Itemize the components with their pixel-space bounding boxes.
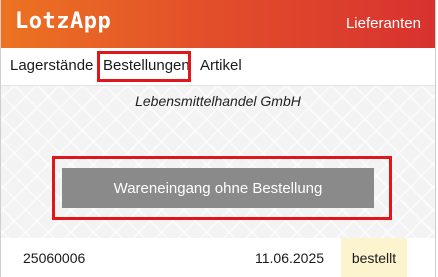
- tab-stock-levels[interactable]: Lagerstände: [10, 57, 93, 74]
- app-title: LotzApp: [15, 9, 112, 34]
- order-number: 25060006: [23, 250, 86, 266]
- order-row[interactable]: 25060006 11.06.2025 bestellt: [1, 238, 435, 277]
- order-status-badge: bestellt: [341, 238, 407, 277]
- tab-articles[interactable]: Artikel: [200, 57, 242, 74]
- order-date: 11.06.2025: [255, 250, 325, 266]
- button-highlight-box: [52, 156, 392, 220]
- tab-bar: Lagerstände Bestellungen Artikel: [1, 48, 435, 86]
- app-header: LotzApp Lieferanten: [1, 0, 435, 48]
- app-window: LotzApp Lieferanten Lagerstände Bestellu…: [0, 0, 436, 277]
- company-name: Lebensmittelhandel GmbH: [135, 93, 301, 109]
- suppliers-link[interactable]: Lieferanten: [346, 15, 421, 32]
- tab-highlight-box: [97, 51, 191, 82]
